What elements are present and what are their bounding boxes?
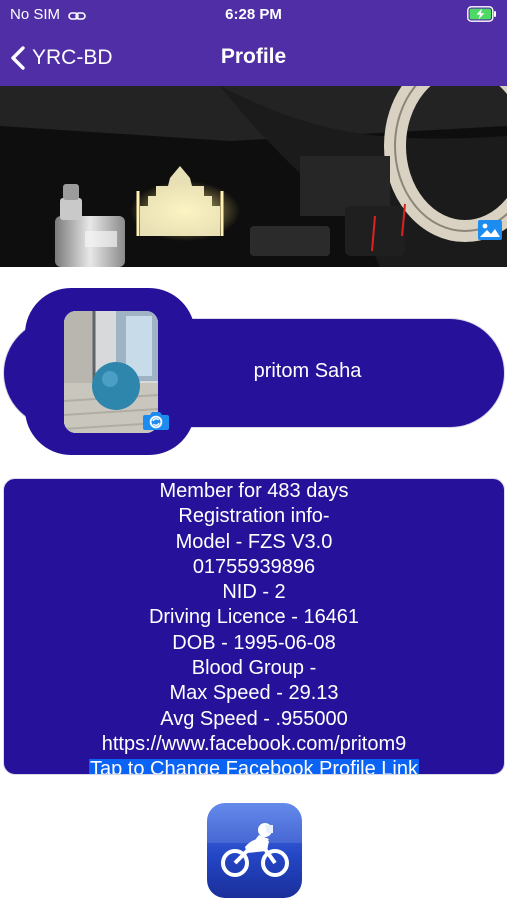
blood-group-info: Blood Group - [191,657,317,680]
motorcycle-logo [207,803,302,898]
status-bar: No SIM 6:28 PM [0,0,507,30]
registration-header: Registration info- [178,505,330,528]
profile-name: pritom Saha [253,360,362,382]
status-time: 6:28 PM [225,6,282,23]
driving-licence-info: Driving Licence - 16461 [148,606,360,629]
model-info: Model - FZS V3.0 [175,530,333,553]
page-title: Profile [220,45,287,68]
nid-info: NID - 2 [222,581,286,604]
navigation-bar: YRC-BD Profile [0,30,507,86]
image-icon[interactable] [477,219,503,241]
max-speed-info: Max Speed - 29.13 [169,682,339,705]
app-logo[interactable] [207,803,302,898]
info-card: Member for 483 days Registration info- M… [3,478,505,775]
phone-number: 01755939896 [192,555,316,578]
change-facebook-link-button[interactable]: Tap to Change Facebook Profile Link [89,759,419,774]
dob-info: DOB - 1995-06-08 [172,631,336,654]
member-duration: Member for 483 days [159,480,349,502]
avg-speed-info: Avg Speed - .955000 [160,707,348,730]
battery-charging-icon [467,6,496,22]
change-link-row: Tap to Change Facebook Profile Link [4,757,504,774]
cover-photo[interactable] [0,86,507,267]
cover-photo-image [0,86,507,267]
camera-icon[interactable] [141,408,171,432]
facebook-link[interactable]: https://www.facebook.com/pritom9 [4,732,504,757]
